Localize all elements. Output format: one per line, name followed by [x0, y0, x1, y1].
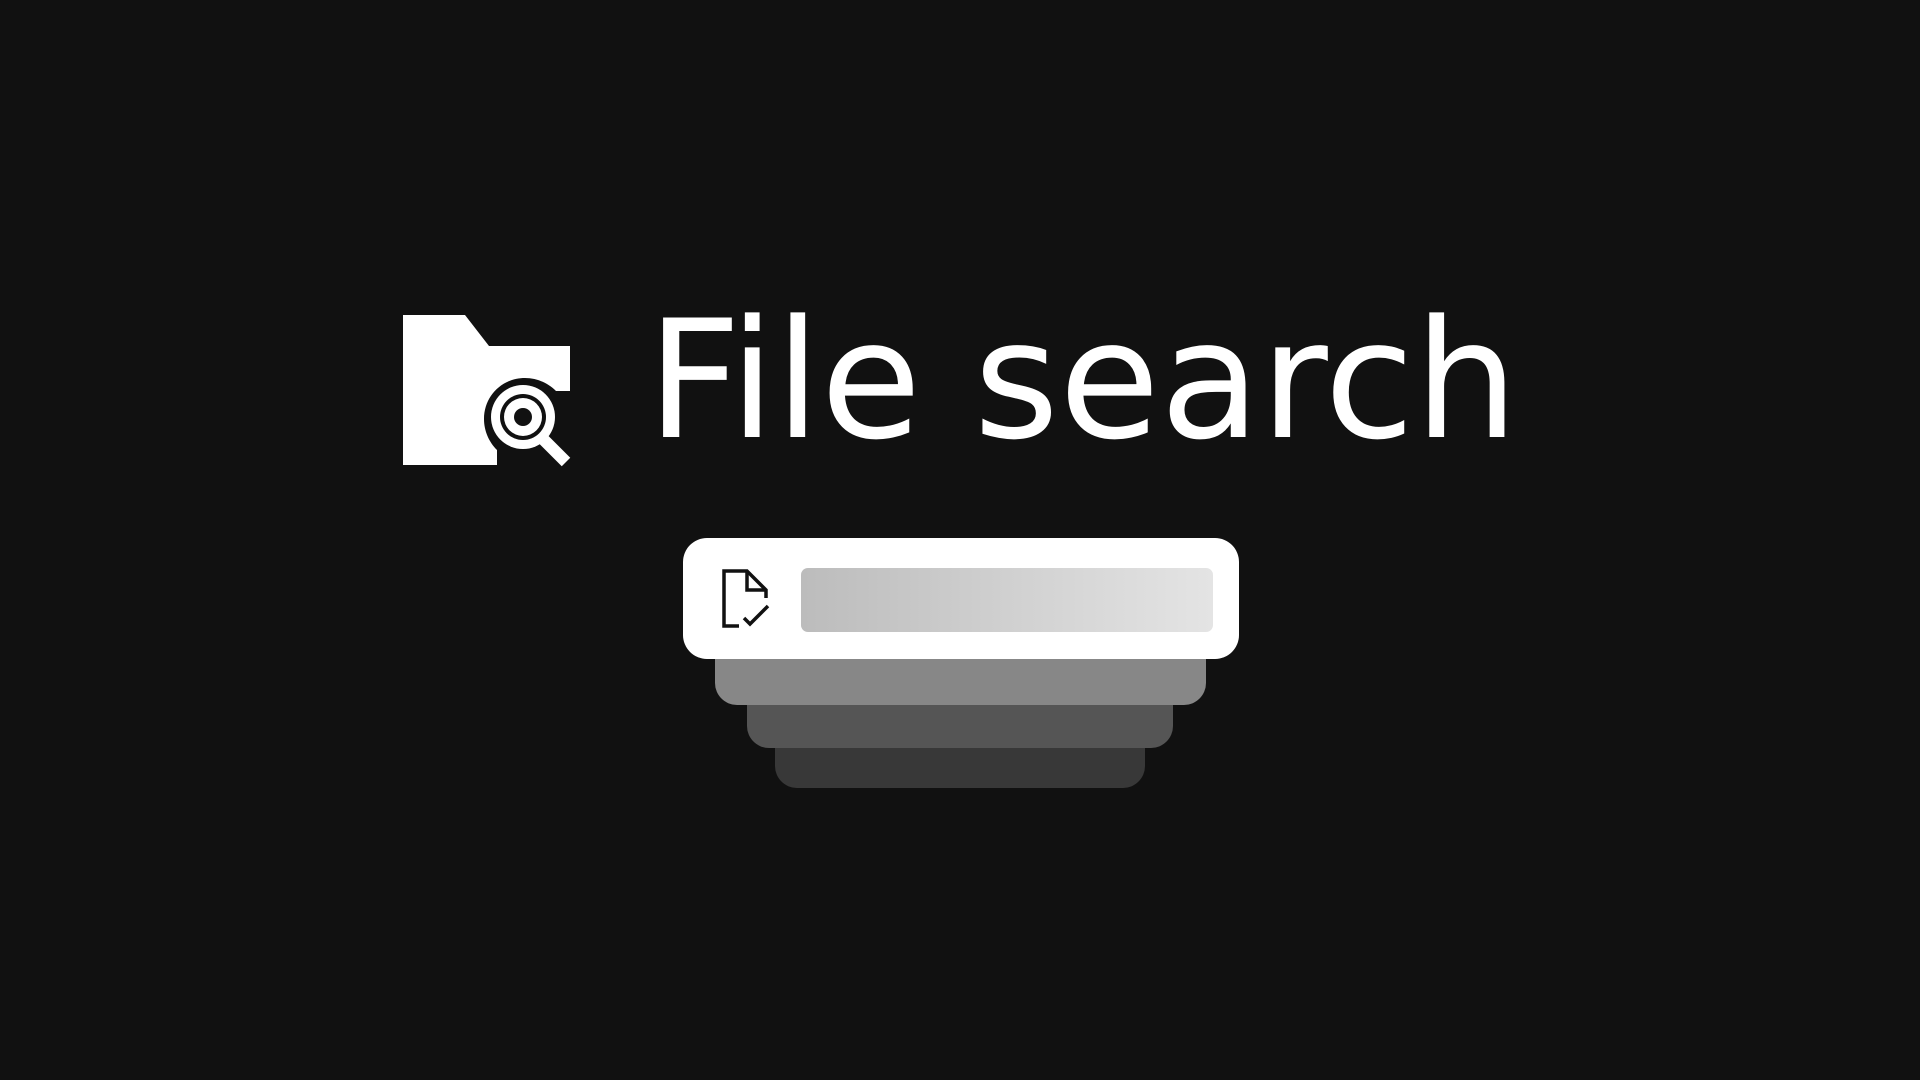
- search-stack: [683, 538, 1239, 794]
- page-title: File search: [647, 285, 1519, 476]
- search-input[interactable]: [801, 568, 1213, 632]
- folder-search-icon: [403, 315, 571, 467]
- hero-header: File search: [402, 299, 1522, 475]
- search-card[interactable]: [683, 538, 1239, 659]
- document-check-icon: [722, 569, 770, 628]
